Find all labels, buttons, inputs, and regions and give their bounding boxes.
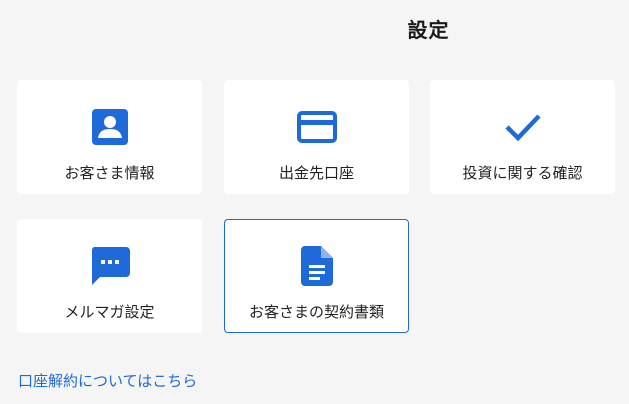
credit-card-icon: [224, 108, 409, 146]
card-label: メルマガ設定: [64, 303, 155, 321]
account-closure-link[interactable]: 口座解約についてはこちら: [18, 370, 197, 391]
document-icon: [225, 246, 408, 286]
newsletter-settings-card[interactable]: メルマガ設定: [17, 219, 202, 333]
chat-bubble-icon: [17, 247, 202, 285]
card-label: 出金先口座: [278, 164, 354, 182]
card-label: 投資に関する確認: [462, 164, 583, 182]
withdrawal-account-card[interactable]: 出金先口座: [224, 80, 409, 194]
card-label: お客さまの契約書類: [248, 303, 384, 321]
account-box-icon: [17, 108, 202, 146]
card-label: お客さま情報: [64, 164, 155, 182]
investment-confirmation-card[interactable]: 投資に関する確認: [430, 80, 615, 194]
contract-documents-card[interactable]: お客さまの契約書類: [224, 219, 409, 333]
customer-info-card[interactable]: お客さま情報: [17, 80, 202, 194]
page-title: 設定: [407, 18, 450, 42]
checkmark-icon: [430, 108, 615, 146]
